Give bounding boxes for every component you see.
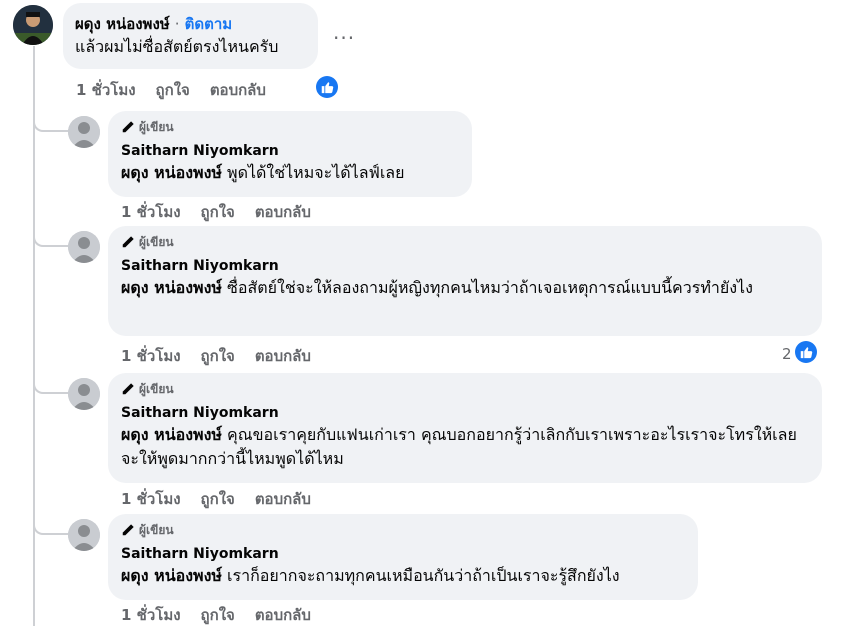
- like-button[interactable]: ถูกใจ: [156, 78, 190, 102]
- author-badge: ผู้เขียน: [121, 520, 685, 540]
- reply-button[interactable]: ตอบกลับ: [255, 344, 311, 368]
- mention-link[interactable]: ผดุง หน่องพงษ์: [121, 278, 222, 297]
- comment-time[interactable]: 1 ชั่วโมง: [76, 78, 136, 102]
- avatar[interactable]: [68, 116, 100, 148]
- author-badge: ผู้เขียน: [121, 379, 809, 399]
- separator-dot: ·: [174, 15, 180, 33]
- reply-button[interactable]: ตอบกลับ: [255, 603, 311, 627]
- reply-time[interactable]: 1 ชั่วโมง: [121, 603, 181, 627]
- like-thumb-icon[interactable]: [316, 76, 338, 98]
- reply-actions: 1 ชั่วโมง ถูกใจ ตอบกลับ: [121, 200, 311, 224]
- reply-actions: 1 ชั่วโมง ถูกใจ ตอบกลับ: [121, 603, 311, 627]
- like-button[interactable]: ถูกใจ: [201, 487, 235, 511]
- like-thumb-icon[interactable]: [795, 341, 817, 363]
- reply-actions: 1 ชั่วโมง ถูกใจ ตอบกลับ: [121, 487, 311, 511]
- pencil-icon: [122, 383, 134, 395]
- pencil-icon: [122, 236, 134, 248]
- reply-author[interactable]: Saitharn Niyomkarn: [121, 403, 809, 423]
- main-comment-bubble: ผดุง หน่องพงษ์ · ติดตาม แล้วผมไม่ซื่อสัต…: [63, 3, 318, 69]
- thread-line: [33, 46, 35, 626]
- comment-text: แล้วผมไม่ซื่อสัตย์ตรงไหนครับ: [75, 37, 279, 56]
- reply-connector: [33, 378, 71, 394]
- avatar[interactable]: [68, 519, 100, 551]
- reply-connector: [33, 519, 71, 535]
- reply-bubble: ผู้เขียน Saitharn Niyomkarn ผดุง หน่องพง…: [108, 514, 698, 600]
- like-button[interactable]: ถูกใจ: [201, 344, 235, 368]
- reply-button[interactable]: ตอบกลับ: [255, 200, 311, 224]
- reply-text: ซื่อสัตย์ใช่จะให้ลองถามผู้หญิงทุกคนไหมว่…: [221, 278, 753, 297]
- author-badge-label: ผู้เขียน: [139, 234, 174, 249]
- like-button[interactable]: ถูกใจ: [201, 603, 235, 627]
- avatar[interactable]: [68, 378, 100, 410]
- reply-bubble: ผู้เขียน Saitharn Niyomkarn ผดุง หน่องพง…: [108, 111, 472, 197]
- reaction-count[interactable]: 2: [782, 345, 792, 363]
- reply-time[interactable]: 1 ชั่วโมง: [121, 487, 181, 511]
- reply-author[interactable]: Saitharn Niyomkarn: [121, 141, 459, 161]
- follow-button[interactable]: ติดตาม: [185, 15, 233, 33]
- reply-author[interactable]: Saitharn Niyomkarn: [121, 256, 809, 276]
- mention-link[interactable]: ผดุง หน่องพงษ์: [121, 425, 222, 444]
- like-button[interactable]: ถูกใจ: [201, 200, 235, 224]
- comment-author[interactable]: ผดุง หน่องพงษ์: [75, 15, 170, 33]
- reply-text: คุณขอเราคุยกับแฟนเก่าเรา คุณบอกอยากรู้ว่…: [121, 425, 797, 468]
- author-badge-label: ผู้เขียน: [139, 381, 174, 396]
- author-badge: ผู้เขียน: [121, 117, 459, 137]
- reply-button[interactable]: ตอบกลับ: [210, 78, 266, 102]
- pencil-icon: [122, 524, 134, 536]
- reply-connector: [33, 231, 71, 247]
- avatar[interactable]: [13, 5, 53, 45]
- author-badge: ผู้เขียน: [121, 232, 809, 252]
- reply-text: เราก็อยากจะถามทุกคนเหมือนกันว่าถ้าเป็นเร…: [221, 566, 620, 585]
- reply-time[interactable]: 1 ชั่วโมง: [121, 200, 181, 224]
- reply-bubble: ผู้เขียน Saitharn Niyomkarn ผดุง หน่องพง…: [108, 226, 822, 336]
- author-badge-label: ผู้เขียน: [139, 522, 174, 537]
- pencil-icon: [122, 121, 134, 133]
- reply-time[interactable]: 1 ชั่วโมง: [121, 344, 181, 368]
- reply-connector: [33, 116, 71, 132]
- mention-link[interactable]: ผดุง หน่องพงษ์: [121, 566, 222, 585]
- reply-button[interactable]: ตอบกลับ: [255, 487, 311, 511]
- more-horizontal-icon[interactable]: ···: [333, 26, 355, 50]
- mention-link[interactable]: ผดุง หน่องพงษ์: [121, 163, 222, 182]
- reply-text: พูดได้ใช่ไหมจะได้ไลฟ์เลย: [221, 163, 405, 182]
- author-badge-label: ผู้เขียน: [139, 119, 174, 134]
- comment-actions: 1 ชั่วโมง ถูกใจ ตอบกลับ: [76, 78, 266, 102]
- reply-bubble: ผู้เขียน Saitharn Niyomkarn ผดุง หน่องพง…: [108, 373, 822, 483]
- reply-actions: 1 ชั่วโมง ถูกใจ ตอบกลับ: [121, 344, 311, 368]
- reply-author[interactable]: Saitharn Niyomkarn: [121, 544, 685, 564]
- avatar[interactable]: [68, 231, 100, 263]
